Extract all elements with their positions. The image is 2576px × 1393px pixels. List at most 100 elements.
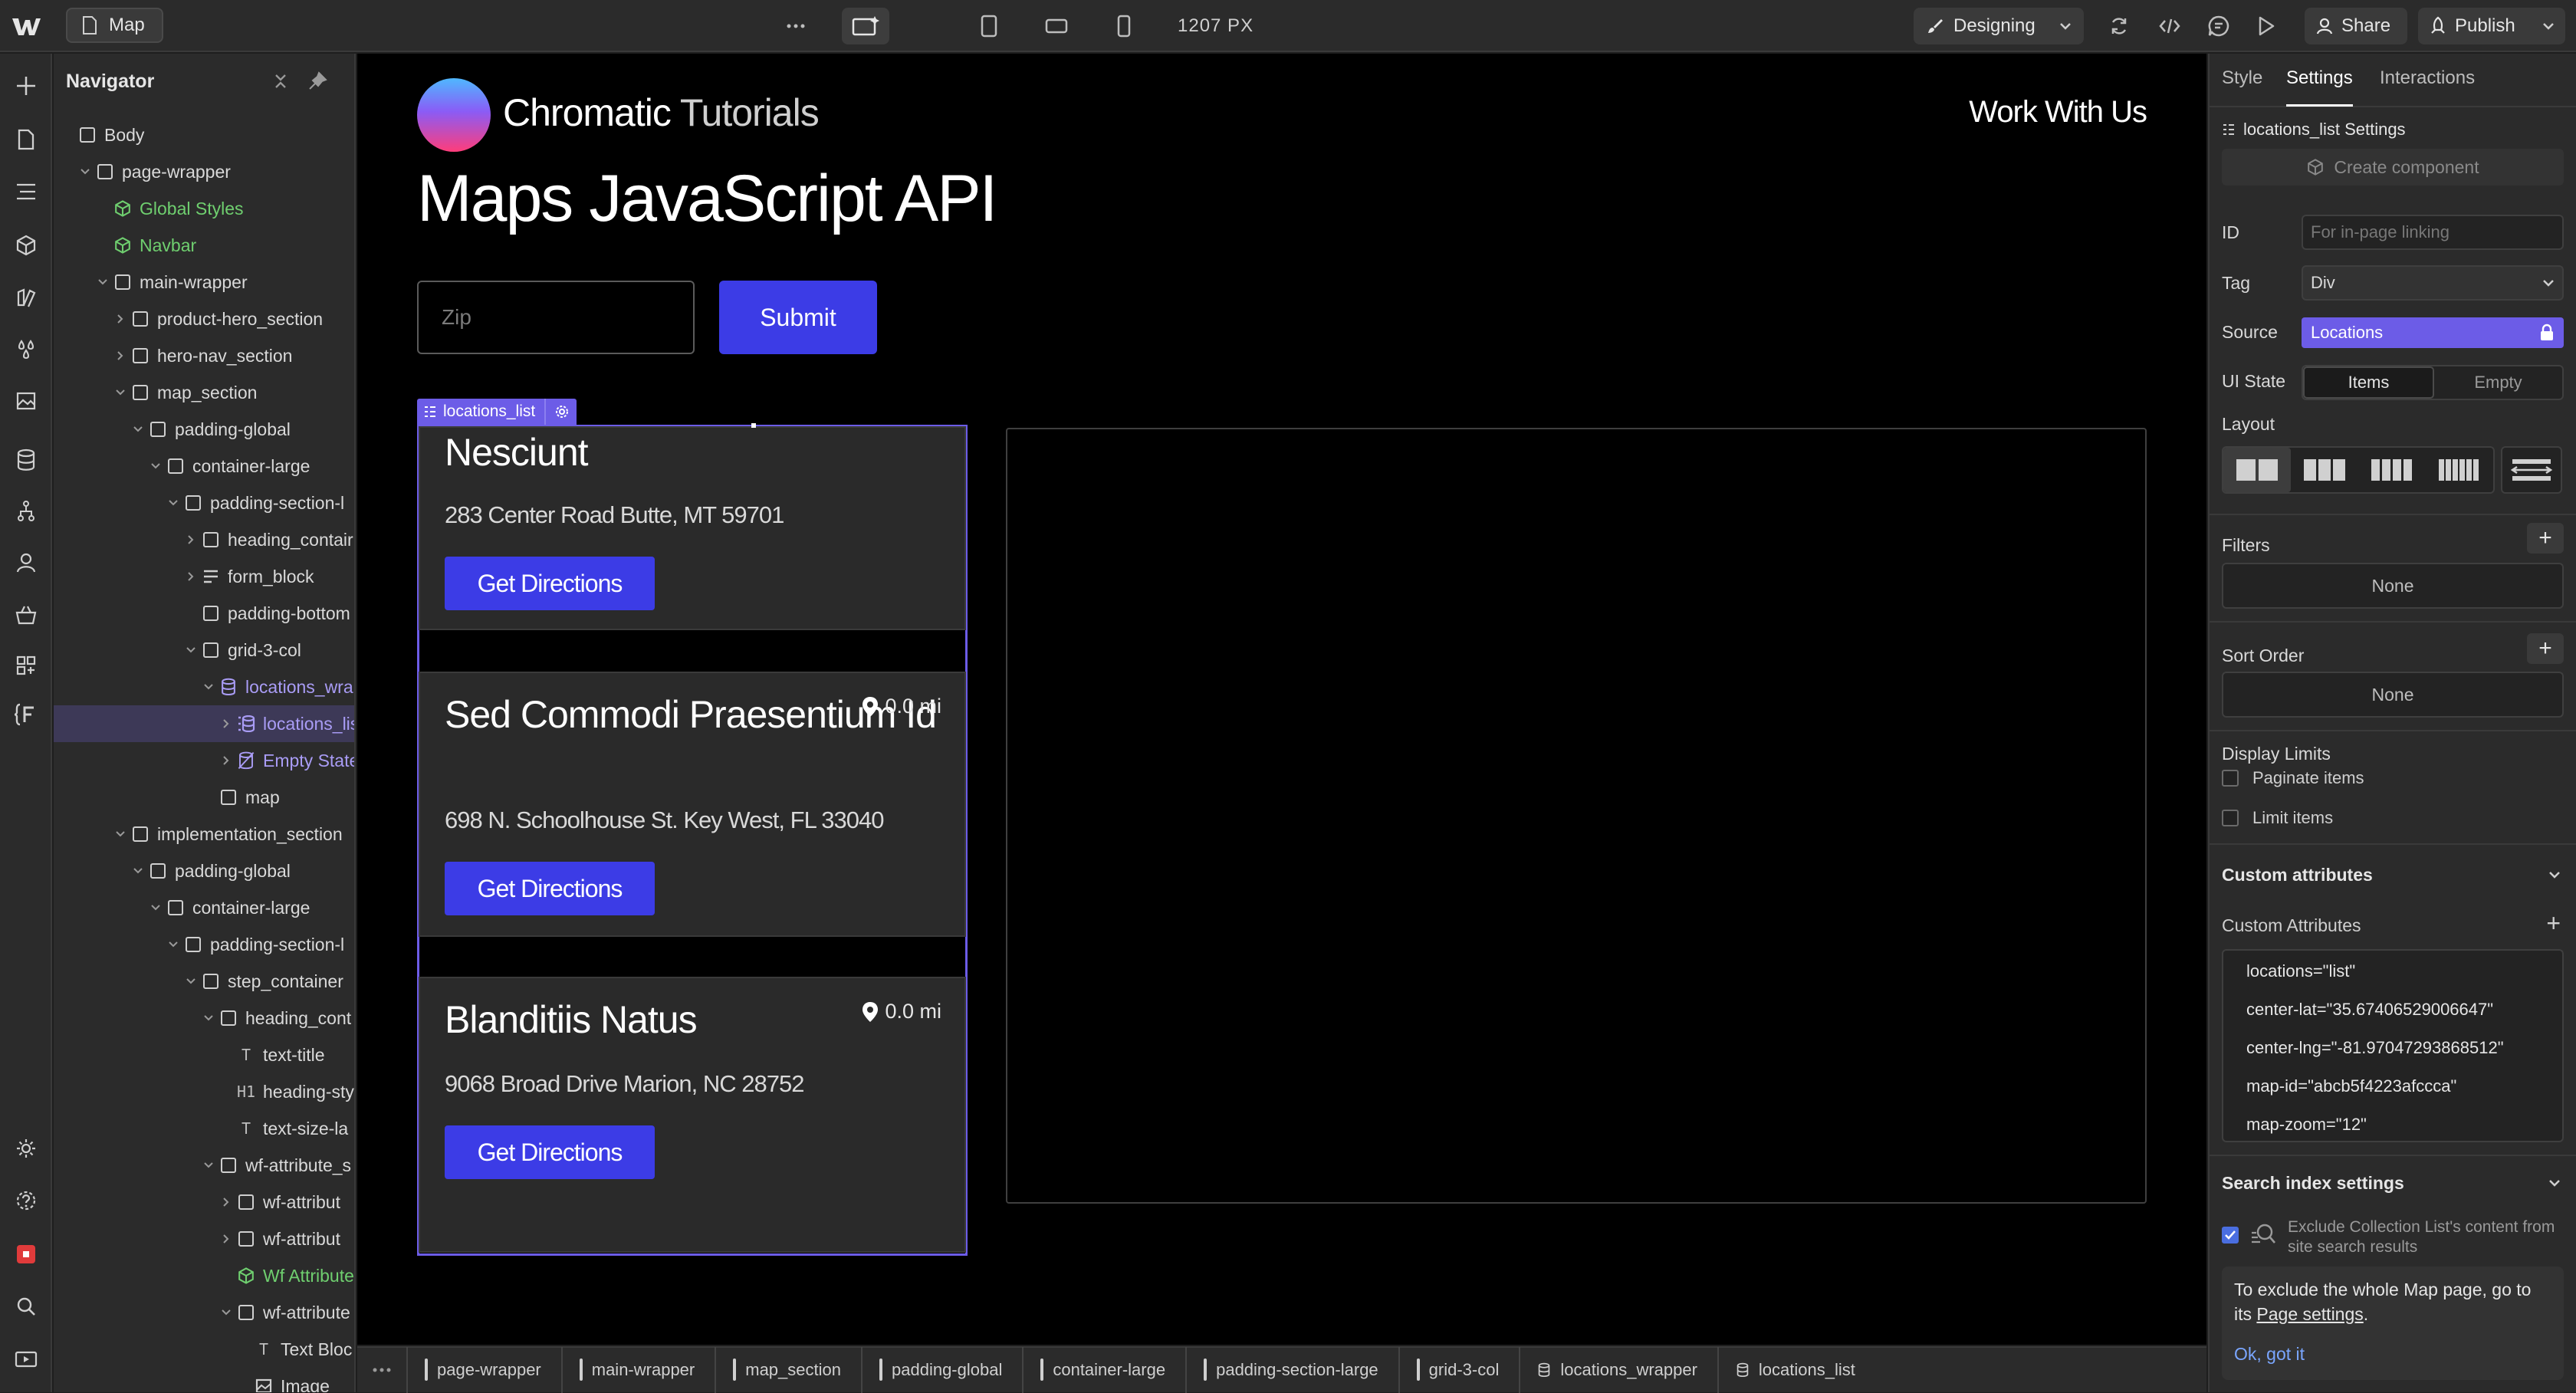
assets-icon[interactable] bbox=[11, 385, 41, 416]
finsweet-icon[interactable] bbox=[11, 699, 41, 730]
breadcrumb-item[interactable]: main-wrapper bbox=[560, 1347, 715, 1393]
ui-state-empty[interactable]: Empty bbox=[2434, 366, 2562, 399]
search-icon[interactable] bbox=[11, 1291, 41, 1322]
chevron-down-icon[interactable] bbox=[129, 420, 147, 439]
tree-item[interactable]: page-wrapper bbox=[54, 153, 354, 190]
ecommerce-icon[interactable] bbox=[11, 600, 41, 630]
tree-item[interactable]: T Text Bloc bbox=[54, 1331, 354, 1368]
navigator-icon[interactable] bbox=[11, 176, 41, 207]
tree-item[interactable]: form_block bbox=[54, 558, 354, 595]
breadcrumb-item[interactable]: grid-3-col bbox=[1398, 1347, 1520, 1393]
settings-gear-icon[interactable] bbox=[11, 1133, 41, 1164]
tree-item[interactable]: implementation_section bbox=[54, 816, 354, 853]
get-directions-button[interactable]: Get Directions bbox=[445, 862, 655, 915]
comment-icon[interactable] bbox=[2200, 8, 2237, 44]
breadcrumb-item[interactable]: map_section bbox=[715, 1347, 861, 1393]
logic-icon[interactable] bbox=[11, 495, 41, 526]
breadcrumb-item[interactable]: padding-global bbox=[861, 1347, 1022, 1393]
breadcrumb-item[interactable]: locations_list bbox=[1717, 1347, 1875, 1393]
webflow-logo-icon[interactable] bbox=[11, 14, 41, 38]
publish-button[interactable]: Publish bbox=[2418, 8, 2565, 44]
chevron-down-icon[interactable] bbox=[217, 1303, 235, 1322]
chevron-right-icon[interactable] bbox=[111, 310, 130, 328]
mobile-portrait-breakpoint-icon[interactable] bbox=[1106, 8, 1142, 44]
tree-item[interactable]: wf-attribut bbox=[54, 1184, 354, 1221]
chevron-down-icon[interactable] bbox=[94, 273, 112, 291]
custom-attributes-title[interactable]: Custom attributes bbox=[2222, 865, 2373, 885]
breadcrumb-item[interactable]: container-large bbox=[1022, 1347, 1185, 1393]
tree-item[interactable]: padding-section-l bbox=[54, 926, 354, 963]
tree-item[interactable]: grid-3-col bbox=[54, 632, 354, 669]
tablet-breakpoint-icon[interactable] bbox=[971, 8, 1007, 44]
chevron-down-icon[interactable] bbox=[199, 1156, 218, 1175]
preview-play-icon[interactable] bbox=[2248, 8, 2285, 44]
tree-item[interactable]: wf-attribut bbox=[54, 1221, 354, 1257]
chevron-down-icon[interactable] bbox=[2548, 1179, 2561, 1187]
chevron-down-icon[interactable] bbox=[111, 825, 130, 843]
tree-item[interactable]: Wf Attribute bbox=[54, 1257, 354, 1294]
layout-2-col-icon[interactable] bbox=[2223, 448, 2291, 492]
get-directions-button[interactable]: Get Directions bbox=[445, 557, 655, 610]
tree-item[interactable]: step_container bbox=[54, 963, 354, 1000]
chevron-down-icon[interactable] bbox=[111, 383, 130, 402]
id-field[interactable]: For in-page linking bbox=[2302, 215, 2564, 250]
layout-slider-icon[interactable] bbox=[2501, 446, 2562, 494]
brand-name[interactable]: Chromatic Tutorials bbox=[503, 90, 820, 135]
tree-item[interactable]: Body bbox=[54, 117, 354, 153]
collapse-all-icon[interactable] bbox=[270, 71, 291, 92]
breadcrumb-more-icon[interactable] bbox=[357, 1347, 406, 1393]
tree-item[interactable]: padding-global bbox=[54, 853, 354, 889]
tree-item[interactable]: Navbar bbox=[54, 227, 354, 264]
tree-item[interactable]: hero-nav_section bbox=[54, 337, 354, 374]
layout-6-col-icon[interactable] bbox=[2426, 448, 2493, 492]
code-icon[interactable] bbox=[2151, 8, 2188, 44]
chevron-right-icon[interactable] bbox=[217, 1230, 235, 1248]
tree-item[interactable]: container-large bbox=[54, 889, 354, 926]
add-filter-button[interactable]: + bbox=[2527, 523, 2564, 554]
attribute-row[interactable]: center-lat="35.67406529006647" bbox=[2246, 1000, 2493, 1020]
page-selector[interactable]: Map bbox=[66, 8, 163, 43]
tree-item[interactable]: Ttext-title bbox=[54, 1037, 354, 1073]
attribute-row[interactable]: map-id="abcb5f4223afccca" bbox=[2246, 1076, 2456, 1096]
pages-icon[interactable] bbox=[11, 124, 41, 155]
create-component-button[interactable]: Create component bbox=[2222, 149, 2564, 186]
video-tutorials-icon[interactable] bbox=[11, 1343, 41, 1374]
chevron-right-icon[interactable] bbox=[182, 567, 200, 586]
cms-icon[interactable] bbox=[11, 445, 41, 475]
filters-value[interactable]: None bbox=[2222, 563, 2564, 609]
style-selectors-icon[interactable] bbox=[11, 282, 41, 313]
breadcrumb-item[interactable]: page-wrapper bbox=[406, 1347, 561, 1393]
chevron-down-icon[interactable] bbox=[146, 457, 165, 475]
tree-item[interactable]: padding-bottom bbox=[54, 595, 354, 632]
paginate-items-checkbox[interactable]: Paginate items bbox=[2222, 768, 2364, 788]
tree-item[interactable]: wf-attribute bbox=[54, 1294, 354, 1331]
record-icon[interactable] bbox=[11, 1239, 41, 1270]
tree-item[interactable]: locations_lis bbox=[54, 705, 354, 742]
submit-button[interactable]: Submit bbox=[719, 281, 877, 354]
desktop-breakpoint-icon[interactable] bbox=[842, 8, 889, 44]
chevron-down-icon[interactable] bbox=[129, 862, 147, 880]
add-attribute-button[interactable]: + bbox=[2546, 911, 2561, 935]
chevron-down-icon[interactable] bbox=[164, 494, 182, 512]
mobile-landscape-breakpoint-icon[interactable] bbox=[1038, 8, 1075, 44]
chevron-down-icon[interactable] bbox=[199, 678, 218, 696]
layout-3-col-icon[interactable] bbox=[2291, 448, 2358, 492]
zip-input[interactable] bbox=[417, 281, 695, 354]
tab-settings[interactable]: Settings bbox=[2286, 67, 2353, 107]
attribute-row[interactable]: center-lng="-81.97047293868512" bbox=[2246, 1038, 2504, 1058]
share-button[interactable]: Share bbox=[2305, 8, 2407, 44]
help-icon[interactable] bbox=[11, 1185, 41, 1216]
attribute-row[interactable]: locations="list" bbox=[2246, 961, 2355, 981]
tree-item[interactable]: Empty State bbox=[54, 742, 354, 779]
tab-interactions[interactable]: Interactions bbox=[2380, 67, 2475, 104]
apps-icon[interactable] bbox=[11, 650, 41, 681]
page-settings-link[interactable]: Page settings bbox=[2256, 1304, 2363, 1324]
add-sort-button[interactable]: + bbox=[2527, 633, 2564, 664]
chevron-down-icon[interactable] bbox=[182, 972, 200, 991]
chevron-right-icon[interactable] bbox=[217, 751, 235, 770]
element-settings-gear-icon[interactable] bbox=[555, 405, 569, 419]
chevron-down-icon[interactable] bbox=[164, 935, 182, 954]
ok-got-it-button[interactable]: Ok, got it bbox=[2234, 1342, 2305, 1366]
sync-icon[interactable] bbox=[2101, 8, 2137, 44]
more-icon[interactable] bbox=[777, 8, 814, 44]
